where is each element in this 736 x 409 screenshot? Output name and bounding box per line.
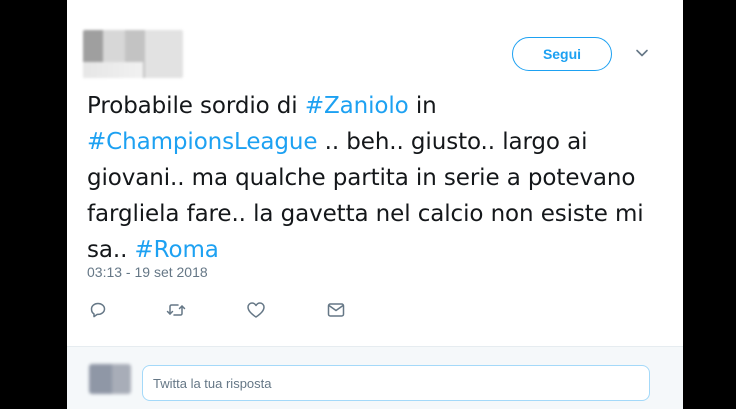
chevron-down-icon[interactable] <box>634 45 650 61</box>
tweet-text-segment: in <box>408 93 437 119</box>
tweet-timestamp[interactable]: 03:13 - 19 set 2018 <box>87 264 208 280</box>
follow-button[interactable]: Segui <box>512 37 612 71</box>
retweet-icon[interactable] <box>165 300 187 320</box>
hashtag-link[interactable]: #ChampionsLeague <box>87 129 318 155</box>
author-avatar[interactable] <box>83 30 183 78</box>
tweet-card: Segui Probabile sordio di #Zaniolo in #C… <box>67 0 683 409</box>
hashtag-link[interactable]: #Roma <box>135 237 219 263</box>
reply-input[interactable] <box>142 365 650 401</box>
message-icon[interactable] <box>325 300 347 320</box>
hashtag-link[interactable]: #Zaniolo <box>305 93 409 119</box>
like-icon[interactable] <box>245 300 267 320</box>
tweet-text-segment: Probabile sordio di <box>87 93 305 119</box>
tweet-text: Probabile sordio di #Zaniolo in #Champio… <box>87 88 657 268</box>
user-avatar <box>89 364 131 394</box>
reply-icon[interactable] <box>87 300 109 320</box>
reply-box <box>67 347 683 409</box>
